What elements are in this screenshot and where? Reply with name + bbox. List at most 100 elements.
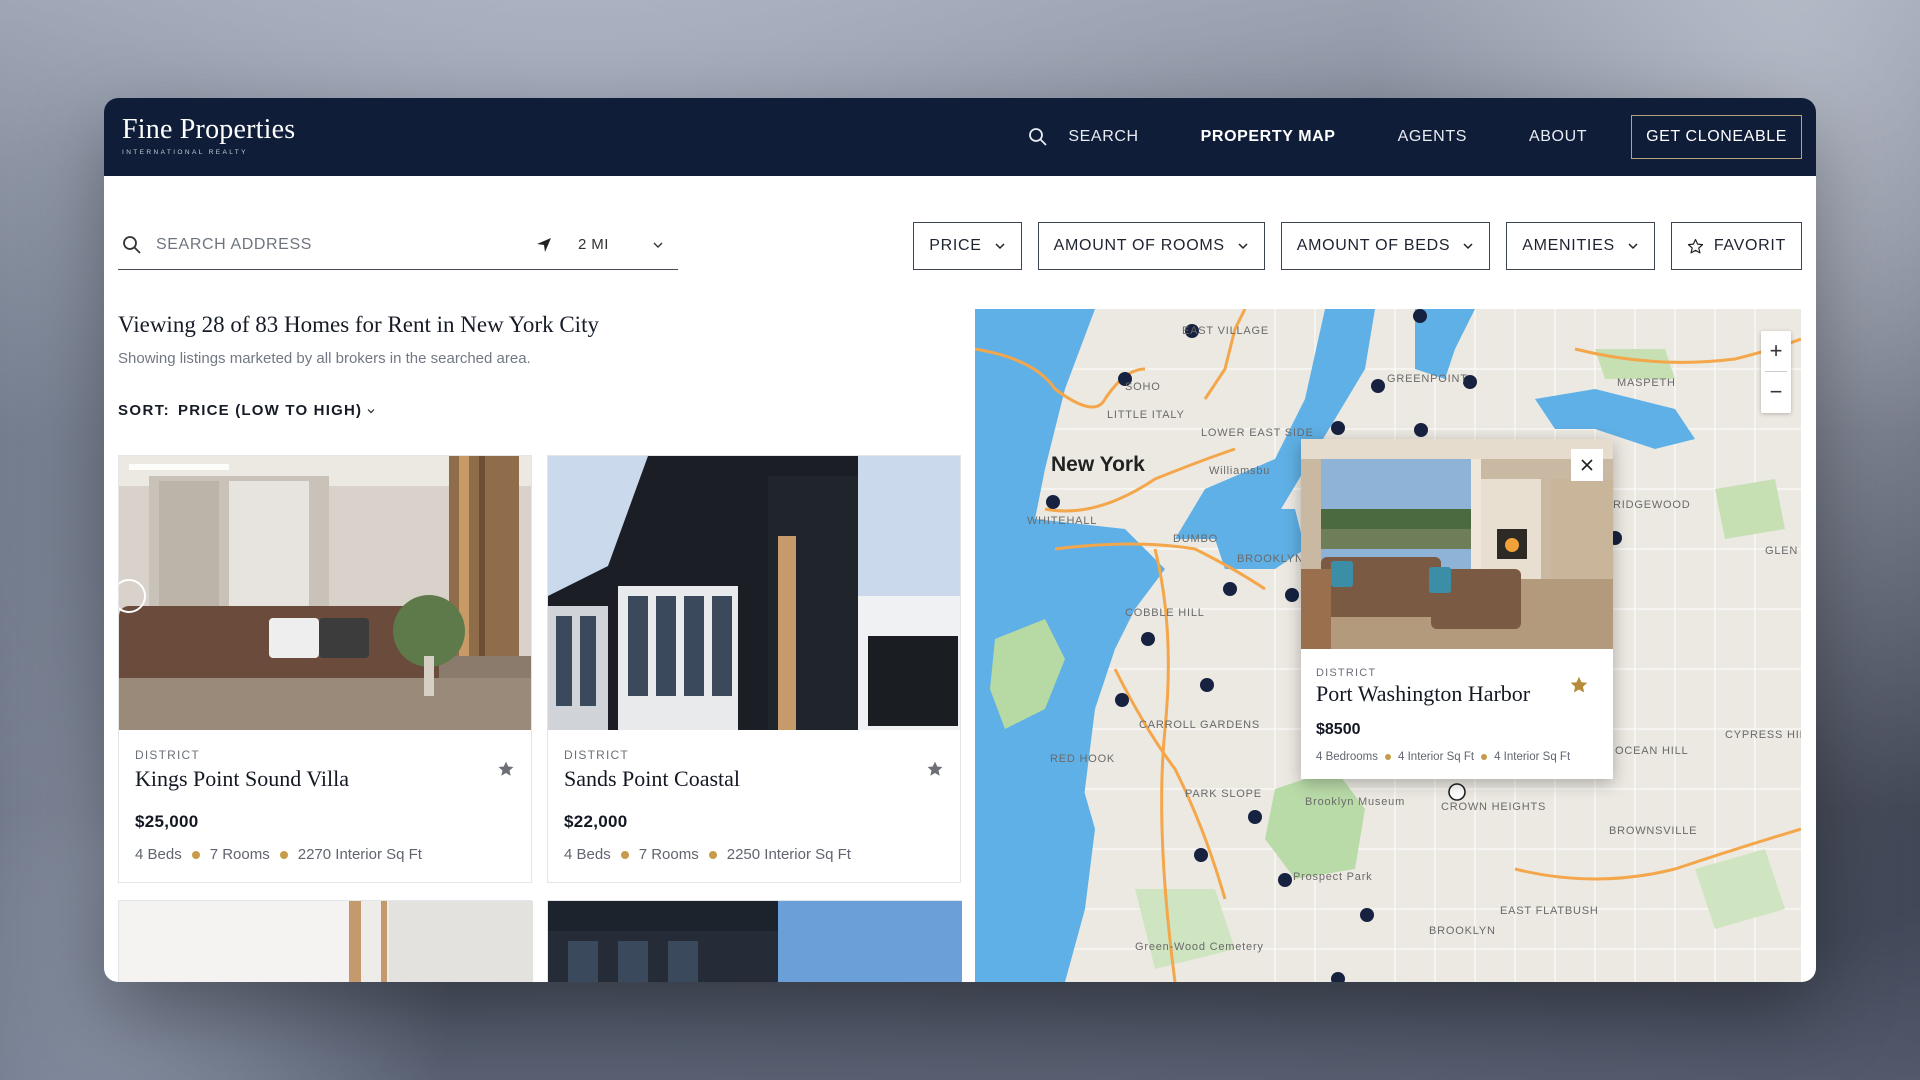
listing-info: DISTRICT Kings Point Sound Villa $25,000… — [119, 730, 531, 882]
listing-card[interactable] — [118, 900, 533, 982]
beds-filter-button[interactable]: AMOUNT OF BEDS — [1280, 222, 1491, 270]
map-label: Prospect Park — [1293, 871, 1373, 883]
rooms-filter-button[interactable]: AMOUNT OF ROOMS — [1037, 222, 1265, 270]
map-label: Williamsbu — [1209, 465, 1271, 477]
favorit-filter-label: FAVORIT — [1713, 237, 1786, 254]
map-label: BROOKLYN — [1429, 925, 1496, 937]
listing-area: 2250 Interior Sq Ft — [726, 846, 851, 863]
map-label: GLEN — [1765, 545, 1799, 557]
listing-meta: 4 Beds 7 Rooms 2270 Interior Sq Ft — [135, 846, 515, 863]
map-label: EAST FLATBUSH — [1500, 905, 1599, 917]
search-address-input[interactable] — [156, 235, 536, 254]
map-label: GREENPOINT — [1387, 373, 1468, 385]
map-city-label: New York — [1051, 453, 1145, 476]
chevron-down-icon — [367, 408, 375, 413]
map-label: EAST VILLAGE — [1182, 325, 1270, 337]
map-label: Brooklyn Museum — [1305, 796, 1406, 808]
separator-dot — [1385, 754, 1392, 760]
chevron-down-icon — [1628, 243, 1638, 250]
star-outline-icon — [1687, 238, 1703, 253]
separator-dot — [620, 850, 629, 859]
popup-name[interactable]: Port Washington Harbor — [1316, 681, 1598, 707]
listing-card[interactable] — [547, 900, 962, 982]
chevron-down-icon — [1463, 243, 1473, 250]
price-filter-label: PRICE — [929, 237, 982, 254]
listing-price: $22,000 — [564, 812, 628, 831]
chevron-down-icon[interactable] — [652, 239, 664, 251]
nav-about[interactable]: ABOUT — [1529, 128, 1587, 146]
favorite-star-icon[interactable] — [1569, 675, 1589, 695]
favorite-star-icon[interactable] — [926, 760, 944, 778]
popup-meta: 4 Bedrooms 4 Interior Sq Ft 4 Interior S… — [1316, 751, 1598, 763]
location-arrow-icon[interactable] — [536, 237, 552, 253]
map-label: CROWN HEIGHTS — [1441, 801, 1547, 813]
popup-close-button[interactable] — [1571, 449, 1603, 481]
radius-select[interactable]: 2 MI — [578, 236, 638, 253]
popup-area: 4 Interior Sq Ft — [1398, 751, 1475, 763]
main-nav: SEARCH PROPERTY MAP AGENTS ABOUT GET CLO… — [966, 115, 1802, 159]
search-icon — [1029, 128, 1048, 146]
listing-name[interactable]: Sands Point Coastal — [564, 766, 944, 792]
map-label: LITTLE ITALY — [1107, 409, 1185, 421]
map-listing-popup[interactable]: DISTRICT Port Washington Harbor $8500 4 … — [1301, 439, 1613, 779]
nav-property-map[interactable]: PROPERTY MAP — [1201, 128, 1336, 146]
map-label: SOHO — [1125, 381, 1161, 393]
beds-filter-label: AMOUNT OF BEDS — [1296, 237, 1451, 254]
listing-photo[interactable] — [548, 456, 960, 730]
listing-card[interactable]: DISTRICT Kings Point Sound Villa $25,000… — [118, 455, 532, 883]
map-label: RIDGEWOOD — [1613, 499, 1691, 511]
logo-subtitle: INTERNATIONAL REALTY — [122, 149, 248, 156]
separator-dot — [191, 850, 200, 859]
listing-rooms: 7 Rooms — [209, 846, 270, 863]
nav-search-label: SEARCH — [1068, 128, 1139, 145]
sort-dropdown[interactable]: SORT: PRICE (LOW TO HIGH) — [118, 402, 376, 419]
zoom-out-button[interactable]: − — [1761, 372, 1791, 412]
map-label: MASPETH — [1617, 377, 1676, 389]
listing-beds: 4 Beds — [564, 846, 611, 863]
separator-dot — [1481, 754, 1488, 760]
map-label: Green-Wood Cemetery — [1135, 941, 1264, 953]
popup-info: DISTRICT Port Washington Harbor $8500 4 … — [1301, 649, 1613, 763]
living-room-photo — [119, 456, 531, 730]
map-label: RED HOOK — [1050, 753, 1116, 765]
listing-photo[interactable] — [119, 456, 531, 730]
map-label: WHITEHALL — [1027, 515, 1098, 527]
logo[interactable]: Fine Properties INTERNATIONAL REALTY — [122, 114, 295, 156]
zoom-control: + − — [1761, 331, 1791, 413]
map-label: BROWNSVILLE — [1609, 825, 1698, 837]
map-label: PARK SLOPE — [1185, 788, 1262, 800]
close-icon — [1581, 459, 1593, 471]
results-title: Viewing 28 of 83 Homes for Rent in New Y… — [118, 312, 599, 337]
popup-district: DISTRICT — [1316, 667, 1377, 679]
nav-search[interactable]: SEARCH — [1028, 127, 1138, 147]
map-label: DUMBO — [1173, 533, 1218, 545]
interior-photo — [1301, 439, 1613, 649]
filter-bar: PRICE AMOUNT OF ROOMS AMOUNT OF BEDS AME… — [897, 222, 1802, 270]
listing-card[interactable]: DISTRICT Sands Point Coastal $22,000 4 B… — [547, 455, 961, 883]
popup-price: $8500 — [1316, 721, 1361, 738]
listing-district: DISTRICT — [564, 748, 629, 762]
sort-label: SORT: — [118, 402, 170, 419]
zoom-in-button[interactable]: + — [1761, 331, 1791, 371]
listing-meta: 4 Beds 7 Rooms 2250 Interior Sq Ft — [564, 846, 944, 863]
listing-area: 2270 Interior Sq Ft — [297, 846, 422, 863]
listing-info: DISTRICT Sands Point Coastal $22,000 4 B… — [548, 730, 960, 882]
building-photo — [548, 456, 960, 730]
amenities-filter-label: AMENITIES — [1522, 237, 1615, 254]
amenities-filter-button[interactable]: AMENITIES — [1506, 222, 1655, 270]
get-cloneable-button[interactable]: GET CLONEABLE — [1631, 115, 1802, 159]
property-map[interactable]: New York EAST VILLAGE SOHO LITTLE ITALY … — [975, 309, 1801, 982]
nav-agents[interactable]: AGENTS — [1398, 128, 1467, 146]
listing-name[interactable]: Kings Point Sound Villa — [135, 766, 515, 792]
results-subtitle: Showing listings marketed by all brokers… — [118, 350, 531, 367]
price-filter-button[interactable]: PRICE — [913, 222, 1022, 270]
listing-price: $25,000 — [135, 812, 199, 831]
popup-photo[interactable] — [1301, 439, 1613, 649]
favorite-star-icon[interactable] — [497, 760, 515, 778]
search-icon — [123, 235, 141, 254]
favorit-filter-button[interactable]: FAVORIT — [1670, 222, 1802, 270]
listing-district: DISTRICT — [135, 748, 200, 762]
map-label: OCEAN HILL — [1615, 745, 1689, 757]
listing-beds: 4 Beds — [135, 846, 182, 863]
map-label: CARROLL GARDENS — [1139, 719, 1261, 731]
